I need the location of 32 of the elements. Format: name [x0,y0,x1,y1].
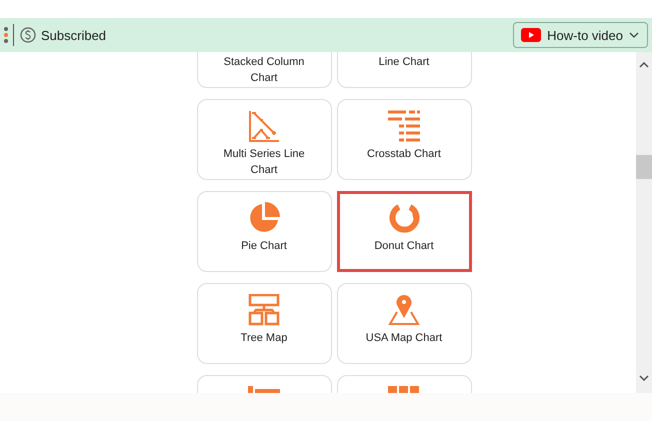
how-to-video-button[interactable]: How-to video [513,22,648,48]
more-icon[interactable] [4,27,8,43]
tree-diagram-icon [248,294,280,326]
line-chart-icon [248,110,280,142]
pie-chart-icon [248,202,280,234]
dollar-icon [20,27,36,43]
chart-type-card[interactable]: Line Chart [336,52,472,88]
chart-type-label: Crosstab Chart [366,147,442,162]
map-pin-icon [388,294,420,326]
donut-chart-icon [388,202,420,234]
chevron-up-icon[interactable] [639,62,649,68]
table-lines-icon [388,110,420,142]
chart-type-card[interactable]: Crosstab Chart [336,99,472,180]
chart-type-card[interactable]: Donut Chart [336,191,472,272]
chart-type-label: Pie Chart [240,239,288,254]
chart-type-card[interactable]: Stacked Column Chart [196,52,332,88]
chart-type-label: USA Map Chart [364,331,444,346]
chart-type-card[interactable]: Tree Map [196,283,332,364]
play-icon [521,28,542,42]
chevron-down-icon[interactable] [639,375,649,381]
chart-type-card[interactable]: USA Map Chart [336,283,472,364]
scrollbar-thumb[interactable] [636,154,652,178]
chart-type-card[interactable]: Pie Chart [196,191,332,272]
chevron-down-icon [629,32,639,38]
chart-type-label: Multi Series Line Chart [222,147,306,178]
scrollbar[interactable] [636,52,652,393]
chart-type-label: Donut Chart [373,239,435,254]
subscription-status: Subscribed [41,28,106,42]
chart-type-label: Tree Map [240,331,288,346]
chart-type-label: Stacked Column Chart [222,55,306,86]
chart-type-card[interactable]: Multi Series Line Chart [196,99,332,180]
chart-type-label: Line Chart [378,55,430,70]
